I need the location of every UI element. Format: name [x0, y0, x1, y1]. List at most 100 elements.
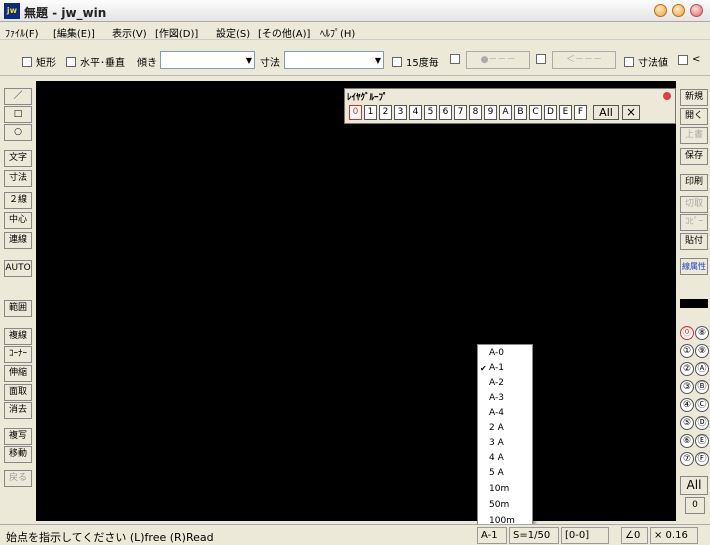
layer-group-btn-a[interactable]: A: [499, 105, 512, 120]
layer-d-button[interactable]: Ⓓ: [695, 416, 709, 430]
rect-checkbox[interactable]: 矩形: [22, 54, 56, 69]
status-layer[interactable]: [0-0]: [561, 527, 609, 544]
tool-center-line[interactable]: 中心線: [4, 212, 32, 229]
tool-double-line[interactable]: ２線: [4, 192, 32, 209]
tool-copy-clip[interactable]: ｺﾋﾟｰ: [680, 214, 708, 231]
layer-group-btn-c[interactable]: C: [529, 105, 542, 120]
status-paper-size[interactable]: A-1: [477, 527, 507, 544]
layer-b-button[interactable]: Ⓑ: [695, 380, 709, 394]
tool-auto[interactable]: AUTO: [4, 260, 32, 277]
paper-option-4a[interactable]: 4 A: [478, 452, 534, 465]
paper-option-a4[interactable]: A-4: [478, 407, 534, 420]
layer-a-button[interactable]: Ⓐ: [695, 362, 709, 376]
menu-edit[interactable]: [編集(E)]: [53, 25, 95, 40]
layer-group-btn-1[interactable]: 1: [364, 105, 377, 120]
dots-button-2[interactable]: ＜－－－: [552, 51, 616, 69]
menu-help[interactable]: ﾍﾙﾌﾟ(H): [320, 25, 355, 40]
drawing-canvas[interactable]: [36, 81, 676, 521]
layer-c-button[interactable]: Ⓒ: [695, 398, 709, 412]
layer-group-btn-0[interactable]: 0: [349, 105, 362, 120]
close-button[interactable]: [690, 4, 703, 17]
tool-overwrite[interactable]: 上書: [680, 127, 708, 144]
menu-view[interactable]: 表示(V): [112, 25, 147, 40]
status-zoom[interactable]: × 0.16: [650, 527, 698, 544]
tool-copy[interactable]: 複写: [4, 428, 32, 445]
paper-option-a0[interactable]: A-0: [478, 347, 534, 360]
layer-group-btn-e[interactable]: E: [559, 105, 572, 120]
tool-line[interactable]: ／: [4, 88, 32, 105]
layer-4-button[interactable]: ④: [680, 398, 694, 412]
layer-9-button[interactable]: ⑨: [695, 344, 709, 358]
hv-checkbox[interactable]: 水平･垂直: [66, 54, 125, 69]
layer-8-button[interactable]: ⑧: [695, 326, 709, 340]
tool-paste[interactable]: 貼付: [680, 233, 708, 250]
tool-move[interactable]: 移動: [4, 446, 32, 463]
layer-group-btn-d[interactable]: D: [544, 105, 557, 120]
tool-text[interactable]: 文字: [4, 150, 32, 167]
layer-0-button[interactable]: ⓪: [680, 326, 694, 340]
layer-6-button[interactable]: ⑥: [680, 434, 694, 448]
layer-group-btn-f[interactable]: F: [574, 105, 587, 120]
paper-option-a3[interactable]: A-3: [478, 392, 534, 405]
tool-new[interactable]: 新規: [680, 89, 708, 106]
layer-5-button[interactable]: ⑤: [680, 416, 694, 430]
paper-option-10m[interactable]: 10m: [478, 483, 534, 496]
minimize-button[interactable]: [654, 4, 667, 17]
paper-option-50m[interactable]: 50m: [478, 499, 534, 512]
tool-range[interactable]: 範囲: [4, 300, 32, 317]
dots-button-1[interactable]: ●－－－: [466, 51, 530, 69]
dim-select[interactable]: ▼: [284, 51, 384, 69]
tool-erase[interactable]: 消去: [4, 402, 32, 419]
tool-continuous-line[interactable]: 連線: [4, 232, 32, 249]
paper-option-a1[interactable]: ✔ A-1: [478, 362, 534, 375]
layer-group-btn-5[interactable]: 5: [424, 105, 437, 120]
lt-checkbox[interactable]: <: [678, 54, 700, 65]
layer-7-button[interactable]: ⑦: [680, 452, 694, 466]
layer-3-button[interactable]: ③: [680, 380, 694, 394]
layer-group-all-button[interactable]: All: [593, 105, 619, 120]
layer-zero-button[interactable]: 0: [685, 497, 705, 514]
menu-file[interactable]: ﾌｧｲﾙ(F): [5, 25, 39, 40]
tool-save[interactable]: 保存: [680, 148, 708, 165]
layer-group-btn-6[interactable]: 6: [439, 105, 452, 120]
layer-group-btn-7[interactable]: 7: [454, 105, 467, 120]
tool-open[interactable]: 開く: [680, 108, 708, 125]
tool-line-attr[interactable]: 線属性: [680, 258, 708, 275]
paper-option-3a[interactable]: 3 A: [478, 437, 534, 450]
layer-group-btn-9[interactable]: 9: [484, 105, 497, 120]
status-angle[interactable]: ∠0: [621, 527, 648, 544]
layer-2-button[interactable]: ②: [680, 362, 694, 376]
deg15-checkbox[interactable]: 15度毎: [392, 54, 439, 69]
layer-f-button[interactable]: Ⓕ: [695, 452, 709, 466]
status-scale[interactable]: S=1/50: [509, 527, 559, 544]
tool-print[interactable]: 印刷: [680, 174, 708, 191]
layer-group-btn-4[interactable]: 4: [409, 105, 422, 120]
dots-checkbox-2[interactable]: [536, 54, 550, 64]
tool-rect[interactable]: □: [4, 106, 32, 123]
dots-checkbox-1[interactable]: [450, 54, 464, 64]
menu-settings[interactable]: 設定(S): [216, 25, 250, 40]
tool-cut[interactable]: 切取: [680, 196, 708, 213]
paper-option-5a[interactable]: 5 A: [478, 467, 534, 480]
tool-circle[interactable]: ○: [4, 124, 32, 141]
tool-copy-line[interactable]: 複線: [4, 328, 32, 345]
layer-group-x-button[interactable]: ×: [622, 105, 640, 120]
layer-group-btn-b[interactable]: B: [514, 105, 527, 120]
dimval-checkbox[interactable]: 寸法値: [624, 54, 668, 69]
layer-group-btn-8[interactable]: 8: [469, 105, 482, 120]
paper-option-a2[interactable]: A-2: [478, 377, 534, 390]
layer-group-btn-3[interactable]: 3: [394, 105, 407, 120]
maximize-button[interactable]: [672, 4, 685, 17]
close-icon[interactable]: [663, 92, 671, 100]
tool-corner[interactable]: ｺｰﾅｰ: [4, 346, 32, 363]
tilt-select[interactable]: ▼: [160, 51, 255, 69]
layer-1-button[interactable]: ①: [680, 344, 694, 358]
tool-stretch[interactable]: 伸縮: [4, 365, 32, 382]
tool-chamfer[interactable]: 面取: [4, 384, 32, 401]
tool-dimension[interactable]: 寸法: [4, 170, 32, 187]
layer-e-button[interactable]: Ⓔ: [695, 434, 709, 448]
layer-group-btn-2[interactable]: 2: [379, 105, 392, 120]
layer-all-button[interactable]: All: [680, 476, 708, 495]
paper-option-2a[interactable]: 2 A: [478, 422, 534, 435]
menu-other[interactable]: [その他(A)]: [258, 25, 310, 40]
